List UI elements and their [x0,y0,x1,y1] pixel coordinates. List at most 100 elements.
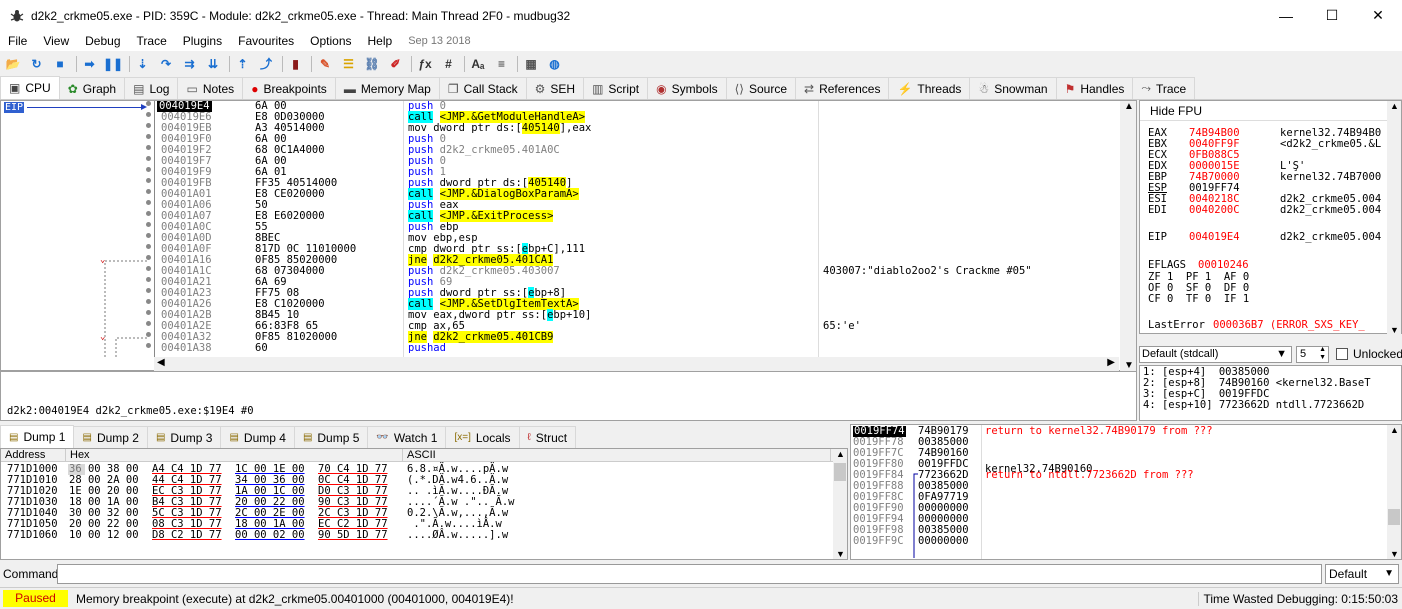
calculator-icon[interactable]: ▦ [522,55,540,73]
menu-trace[interactable]: Trace [129,34,175,48]
step-over-icon[interactable]: ↷ [157,55,175,73]
command-mode-select[interactable]: Default ▼ [1325,564,1399,584]
hide-fpu-button[interactable]: Hide FPU [1140,101,1401,121]
stop-icon[interactable]: ■ [51,55,69,73]
dump-hex-group[interactable]: D8 C2 1D 77 [152,530,222,541]
menu-help[interactable]: Help [360,34,401,48]
disasm-horizontal-scrollbar[interactable]: ◀ ▶ [154,357,1119,371]
breakpoint-bullet[interactable] [146,222,151,227]
register-value[interactable]: 004019E4 [1189,231,1240,243]
disasm-row[interactable]: 00401A07 E8 E6020000 call <JMP.&ExitProces… [146,210,1119,222]
dump-hex-group[interactable]: 10 00 12 00 [69,530,139,541]
execute-till-return-icon[interactable]: ⇡ [234,55,252,73]
stack-scrollbar[interactable]: ▲ ▼ [1387,425,1401,559]
breakpoint-bullet[interactable] [146,101,151,106]
dump-hex-group[interactable]: 00 00 02 00 [235,530,305,541]
open-icon[interactable]: 📂 [4,55,22,73]
run-icon[interactable]: ➡ [81,55,99,73]
disasm-row[interactable]: 00401A01 E8 CE020000 call <JMP.&DialogBoxP… [146,188,1119,200]
tab-breakpoints[interactable]: ● Breakpoints [242,77,336,99]
breakpoint-bullet[interactable] [146,233,151,238]
tab-dump-4[interactable]: ▤ Dump 4 [220,426,295,448]
hex-dump-pane[interactable]: Address Hex ASCII 771D1000 36 00 38 00 A4 … [0,448,848,560]
restart-icon[interactable]: ↻ [28,55,46,73]
lasterror-value[interactable]: 000036B7 (ERROR_SXS_KEY_ [1213,319,1365,331]
maximize-button[interactable]: ☐ [1309,0,1355,31]
tab-source[interactable]: ⟨⟩ Source [725,77,797,99]
patch-icon[interactable]: ✎ [316,55,334,73]
breakpoint-bullet[interactable] [146,299,151,304]
tab-dump-2[interactable]: ▤ Dump 2 [73,426,148,448]
tab-memory-map[interactable]: ▬ Memory Map [334,77,440,99]
hash-icon[interactable]: # [440,55,458,73]
argument-count-spinner[interactable]: 5 ▲ ▼ [1296,346,1329,363]
trace-into-icon[interactable]: ⇉ [181,55,199,73]
tab-script[interactable]: ▥ Script [583,77,649,99]
breakpoint-bullet[interactable] [146,112,151,117]
disasm-row[interactable]: 004019F2 68 0C1A4000 push d2k2_crkme05.401… [146,145,1119,156]
tab-call-stack[interactable]: ❐ Call Stack [438,77,527,99]
breakpoint-bullet[interactable] [146,310,151,315]
run-to-user-code-icon[interactable]: ⤴ [257,55,275,73]
disasm-row[interactable]: 00401A21 6A 69 push 69 [146,277,1119,288]
breakpoint-bullet[interactable] [146,266,151,271]
labels-icon[interactable]: ⛓ [363,55,381,73]
tab-dump-1[interactable]: ▤ Dump 1 [0,425,75,448]
breakpoint-bullet[interactable] [146,167,151,172]
tab-cpu[interactable]: ▣ CPU [0,76,60,99]
unlocked-checkbox[interactable]: Unlocked [1336,347,1402,361]
font-icon[interactable]: Aₐ [469,55,487,73]
tab-graph[interactable]: ✿ Graph [58,77,126,99]
breakpoint-bullet[interactable] [146,134,151,139]
tab-threads[interactable]: ⚡ Threads [888,77,971,99]
tab-dump-3[interactable]: ▤ Dump 3 [146,426,222,448]
pause-icon[interactable]: ❚❚ [103,55,123,73]
breakpoint-bullet[interactable] [146,178,151,183]
bookmarks-icon[interactable]: ✐ [387,55,405,73]
comments-icon[interactable]: ☰ [340,55,358,73]
tab-snowman[interactable]: ☃ Snowman [969,77,1057,99]
tab-watch-1[interactable]: 👓 Watch 1 [367,426,447,448]
dump-scrollbar[interactable]: ▲ ▼ [833,449,847,559]
tab-struct[interactable]: ℓ Struct [518,426,577,448]
tab-seh[interactable]: ⚙ SEH [525,77,585,99]
breakpoint-bullet[interactable] [146,332,151,337]
breakpoint-bullet[interactable] [146,244,151,249]
disassembly-view[interactable]: 004019E4 6A 00 push 0 004019E6 E8 0D030000 ca… [100,101,1119,357]
menu-plugins[interactable]: Plugins [175,34,230,48]
breakpoint-bullet[interactable] [146,189,151,194]
menu-favourites[interactable]: Favourites [230,34,302,48]
breakpoint-bullet[interactable] [146,288,151,293]
tab-notes[interactable]: ▭ Notes [177,77,244,99]
dump-hex-group[interactable]: 90 5D 1D 77 [318,530,388,541]
disasm-row[interactable]: 00401A26 E8 C1020000 call <JMP.&SetDlgItem… [146,298,1119,310]
list-icon[interactable]: ≡ [493,55,511,73]
globe-icon[interactable]: ◍ [546,55,564,73]
close-button[interactable]: ✕ [1355,0,1401,31]
breakpoint-bullet[interactable] [146,156,151,161]
breakpoint-bullet[interactable] [146,211,151,216]
disasm-row[interactable]: 004019EB A3 40514000 mov dword ptr ds:[405… [146,122,1119,134]
breakpoint-bullet[interactable] [146,145,151,150]
tab-handles[interactable]: ⚑ Handles [1055,77,1134,99]
argument-row[interactable]: 4: [esp+10] 7723662D ntdll.7723662D [1140,400,1401,411]
menu-file[interactable]: File [0,34,35,48]
disasm-row[interactable]: 00401A38 60 pushad [146,343,1119,354]
disasm-row[interactable]: 004019F7 6A 00 push 0 [146,156,1119,167]
step-into-icon[interactable]: ⇣ [134,55,152,73]
scylla-icon[interactable]: ▮ [287,55,305,73]
register-value[interactable]: 0040200C [1189,204,1240,216]
stack-pane[interactable]: 0019FF74 74B90179 return to kernel32.74B90… [850,424,1402,560]
tab-log[interactable]: ▤ Log [124,77,179,99]
tab-dump-5[interactable]: ▤ Dump 5 [293,426,369,448]
breakpoint-bullet[interactable] [146,343,151,348]
breakpoint-bullet[interactable] [146,123,151,128]
breakpoint-bullet[interactable] [146,200,151,205]
breakpoint-bullet[interactable] [146,255,151,260]
calling-convention-select[interactable]: Default (stdcall) ▼ [1139,346,1292,363]
disasm-vertical-scrollbar[interactable]: ▲ ▼ [1120,101,1136,371]
functions-icon[interactable]: ƒx [416,55,434,73]
breakpoint-bullet[interactable] [146,321,151,326]
tab-symbols[interactable]: ◉ Symbols [647,77,727,99]
command-input[interactable] [57,564,1322,584]
